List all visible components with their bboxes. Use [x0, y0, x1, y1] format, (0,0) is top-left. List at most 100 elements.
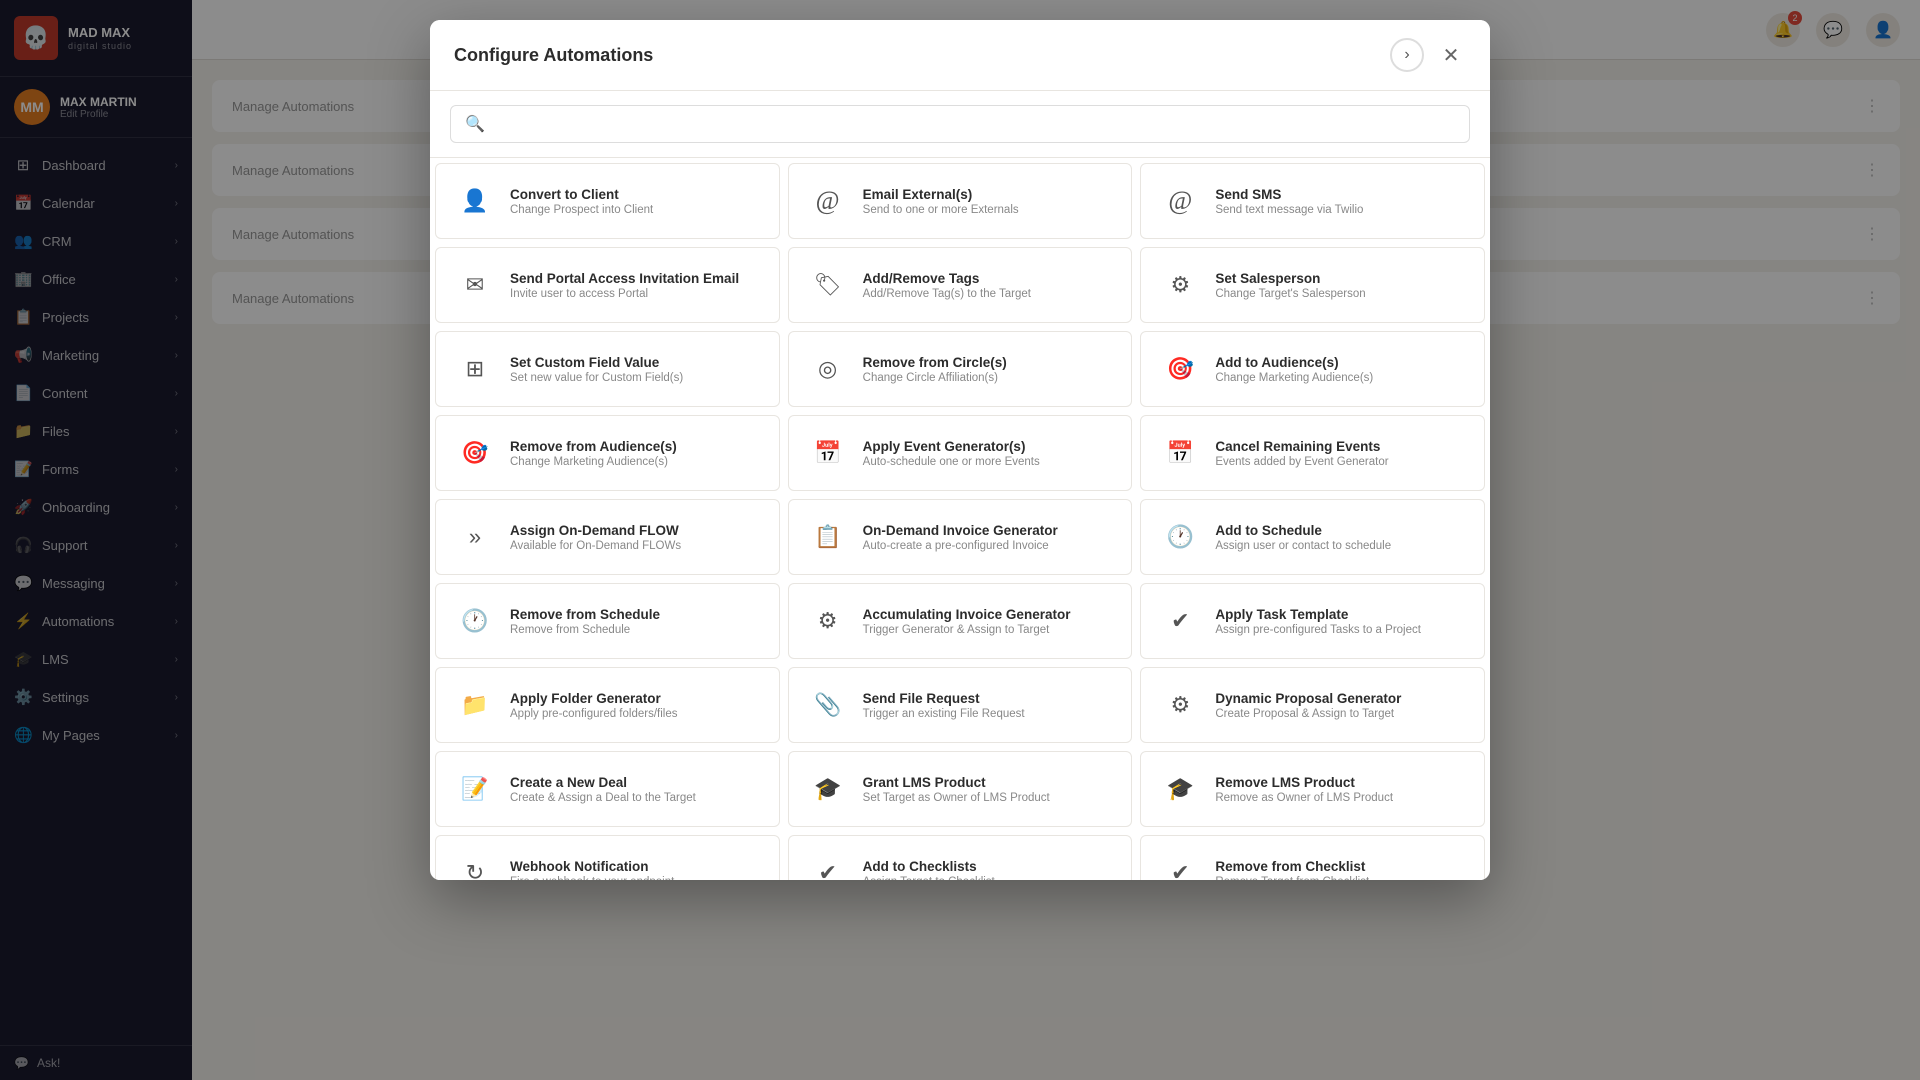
automation-item-remove-from-audiences[interactable]: 🎯 Remove from Audience(s) Change Marketi…	[435, 415, 780, 491]
search-input[interactable]	[495, 116, 1455, 132]
automation-item-set-custom-field[interactable]: ⊞ Set Custom Field Value Set new value f…	[435, 331, 780, 407]
auto-title-remove-lms-product: Remove LMS Product	[1215, 775, 1466, 790]
auto-icon-accumulating-invoice: ⚙	[807, 600, 849, 642]
automation-item-dynamic-proposal[interactable]: ⚙ Dynamic Proposal Generator Create Prop…	[1140, 667, 1485, 743]
auto-text-webhook-notification: Webhook Notification Fire a webhook to y…	[510, 859, 761, 881]
auto-text-remove-from-audiences: Remove from Audience(s) Change Marketing…	[510, 439, 761, 468]
modal-close-button[interactable]: ✕	[1436, 40, 1466, 70]
auto-desc-add-to-checklists: Assign Target to Checklist	[863, 876, 1114, 881]
auto-desc-remove-from-circle: Change Circle Affiliation(s)	[863, 372, 1114, 384]
back-icon: ›	[1404, 46, 1409, 64]
auto-desc-remove-lms-product: Remove as Owner of LMS Product	[1215, 792, 1466, 804]
auto-desc-send-file-request: Trigger an existing File Request	[863, 708, 1114, 720]
auto-title-create-new-deal: Create a New Deal	[510, 775, 761, 790]
auto-text-accumulating-invoice: Accumulating Invoice Generator Trigger G…	[863, 607, 1114, 636]
auto-title-set-custom-field: Set Custom Field Value	[510, 355, 761, 370]
automation-item-apply-event-generator[interactable]: 📅 Apply Event Generator(s) Auto-schedule…	[788, 415, 1133, 491]
automation-item-add-to-checklists[interactable]: ✔ Add to Checklists Assign Target to Che…	[788, 835, 1133, 880]
auto-icon-grant-lms-product: 🎓	[807, 768, 849, 810]
auto-title-remove-from-circle: Remove from Circle(s)	[863, 355, 1114, 370]
automation-item-remove-from-checklist[interactable]: ✔ Remove from Checklist Remove Target fr…	[1140, 835, 1485, 880]
auto-title-remove-from-audiences: Remove from Audience(s)	[510, 439, 761, 454]
auto-icon-dynamic-proposal: ⚙	[1159, 684, 1201, 726]
automation-item-send-portal-email[interactable]: ✉ Send Portal Access Invitation Email In…	[435, 247, 780, 323]
automation-item-remove-lms-product[interactable]: 🎓 Remove LMS Product Remove as Owner of …	[1140, 751, 1485, 827]
auto-desc-apply-folder-generator: Apply pre-configured folders/files	[510, 708, 761, 720]
auto-text-set-salesperson: Set Salesperson Change Target's Salesper…	[1215, 271, 1466, 300]
auto-desc-add-to-audiences: Change Marketing Audience(s)	[1215, 372, 1466, 384]
auto-desc-add-to-schedule: Assign user or contact to schedule	[1215, 540, 1466, 552]
modal-back-button[interactable]: ›	[1390, 38, 1424, 72]
search-icon: 🔍	[465, 114, 485, 134]
auto-icon-add-to-checklists: ✔	[807, 852, 849, 880]
automation-item-grant-lms-product[interactable]: 🎓 Grant LMS Product Set Target as Owner …	[788, 751, 1133, 827]
auto-title-apply-event-generator: Apply Event Generator(s)	[863, 439, 1114, 454]
auto-text-create-new-deal: Create a New Deal Create & Assign a Deal…	[510, 775, 761, 804]
automation-item-remove-from-schedule[interactable]: 🕐 Remove from Schedule Remove from Sched…	[435, 583, 780, 659]
auto-icon-on-demand-invoice: 📋	[807, 516, 849, 558]
auto-title-cancel-remaining-events: Cancel Remaining Events	[1215, 439, 1466, 454]
auto-text-set-custom-field: Set Custom Field Value Set new value for…	[510, 355, 761, 384]
automation-item-create-new-deal[interactable]: 📝 Create a New Deal Create & Assign a De…	[435, 751, 780, 827]
search-input-wrap: 🔍	[450, 105, 1470, 143]
auto-text-send-portal-email: Send Portal Access Invitation Email Invi…	[510, 271, 761, 300]
auto-title-grant-lms-product: Grant LMS Product	[863, 775, 1114, 790]
modal-overlay[interactable]: Configure Automations › ✕ 🔍 👤 Convert t	[0, 0, 1920, 1080]
auto-text-apply-event-generator: Apply Event Generator(s) Auto-schedule o…	[863, 439, 1114, 468]
auto-text-add-to-schedule: Add to Schedule Assign user or contact t…	[1215, 523, 1466, 552]
automation-item-apply-folder-generator[interactable]: 📁 Apply Folder Generator Apply pre-confi…	[435, 667, 780, 743]
automation-item-on-demand-invoice[interactable]: 📋 On-Demand Invoice Generator Auto-creat…	[788, 499, 1133, 575]
automation-item-webhook-notification[interactable]: ↻ Webhook Notification Fire a webhook to…	[435, 835, 780, 880]
automation-item-cancel-remaining-events[interactable]: 📅 Cancel Remaining Events Events added b…	[1140, 415, 1485, 491]
automation-item-send-sms[interactable]: @ Send SMS Send text message via Twilio	[1140, 163, 1485, 239]
auto-icon-email-externals: @	[807, 180, 849, 222]
auto-title-on-demand-invoice: On-Demand Invoice Generator	[863, 523, 1114, 538]
automation-item-remove-from-circle[interactable]: ◎ Remove from Circle(s) Change Circle Af…	[788, 331, 1133, 407]
automation-item-set-salesperson[interactable]: ⚙ Set Salesperson Change Target's Salesp…	[1140, 247, 1485, 323]
automation-item-accumulating-invoice[interactable]: ⚙ Accumulating Invoice Generator Trigger…	[788, 583, 1133, 659]
auto-desc-apply-task-template: Assign pre-configured Tasks to a Project	[1215, 624, 1466, 636]
auto-desc-assign-on-demand-flow: Available for On-Demand FLOWs	[510, 540, 761, 552]
modal-header: Configure Automations › ✕	[430, 20, 1490, 91]
auto-text-email-externals: Email External(s) Send to one or more Ex…	[863, 187, 1114, 216]
auto-icon-set-custom-field: ⊞	[454, 348, 496, 390]
automation-item-send-file-request[interactable]: 📎 Send File Request Trigger an existing …	[788, 667, 1133, 743]
automation-item-apply-task-template[interactable]: ✔ Apply Task Template Assign pre-configu…	[1140, 583, 1485, 659]
auto-text-apply-folder-generator: Apply Folder Generator Apply pre-configu…	[510, 691, 761, 720]
auto-text-assign-on-demand-flow: Assign On-Demand FLOW Available for On-D…	[510, 523, 761, 552]
auto-icon-remove-from-schedule: 🕐	[454, 600, 496, 642]
auto-text-dynamic-proposal: Dynamic Proposal Generator Create Propos…	[1215, 691, 1466, 720]
auto-icon-add-remove-tags: 🏷	[807, 264, 849, 306]
auto-text-grant-lms-product: Grant LMS Product Set Target as Owner of…	[863, 775, 1114, 804]
automation-item-add-remove-tags[interactable]: 🏷 Add/Remove Tags Add/Remove Tag(s) to t…	[788, 247, 1133, 323]
auto-title-add-to-schedule: Add to Schedule	[1215, 523, 1466, 538]
close-icon: ✕	[1443, 43, 1460, 68]
automation-item-assign-on-demand-flow[interactable]: » Assign On-Demand FLOW Available for On…	[435, 499, 780, 575]
auto-title-add-to-audiences: Add to Audience(s)	[1215, 355, 1466, 370]
automation-item-convert-to-client[interactable]: 👤 Convert to Client Change Prospect into…	[435, 163, 780, 239]
auto-icon-remove-from-checklist: ✔	[1159, 852, 1201, 880]
automation-item-add-to-audiences[interactable]: 🎯 Add to Audience(s) Change Marketing Au…	[1140, 331, 1485, 407]
auto-title-add-remove-tags: Add/Remove Tags	[863, 271, 1114, 286]
automation-item-email-externals[interactable]: @ Email External(s) Send to one or more …	[788, 163, 1133, 239]
auto-desc-set-salesperson: Change Target's Salesperson	[1215, 288, 1466, 300]
auto-icon-apply-task-template: ✔	[1159, 600, 1201, 642]
auto-title-webhook-notification: Webhook Notification	[510, 859, 761, 874]
auto-desc-convert-to-client: Change Prospect into Client	[510, 204, 761, 216]
auto-title-accumulating-invoice: Accumulating Invoice Generator	[863, 607, 1114, 622]
auto-title-assign-on-demand-flow: Assign On-Demand FLOW	[510, 523, 761, 538]
auto-icon-remove-from-circle: ◎	[807, 348, 849, 390]
auto-title-send-file-request: Send File Request	[863, 691, 1114, 706]
auto-title-remove-from-schedule: Remove from Schedule	[510, 607, 761, 622]
auto-icon-remove-lms-product: 🎓	[1159, 768, 1201, 810]
auto-text-remove-from-circle: Remove from Circle(s) Change Circle Affi…	[863, 355, 1114, 384]
auto-desc-send-portal-email: Invite user to access Portal	[510, 288, 761, 300]
auto-icon-send-file-request: 📎	[807, 684, 849, 726]
auto-desc-set-custom-field: Set new value for Custom Field(s)	[510, 372, 761, 384]
auto-icon-apply-event-generator: 📅	[807, 432, 849, 474]
auto-icon-add-to-schedule: 🕐	[1159, 516, 1201, 558]
automation-item-add-to-schedule[interactable]: 🕐 Add to Schedule Assign user or contact…	[1140, 499, 1485, 575]
search-bar: 🔍	[430, 91, 1490, 158]
auto-icon-assign-on-demand-flow: »	[454, 516, 496, 558]
auto-desc-grant-lms-product: Set Target as Owner of LMS Product	[863, 792, 1114, 804]
